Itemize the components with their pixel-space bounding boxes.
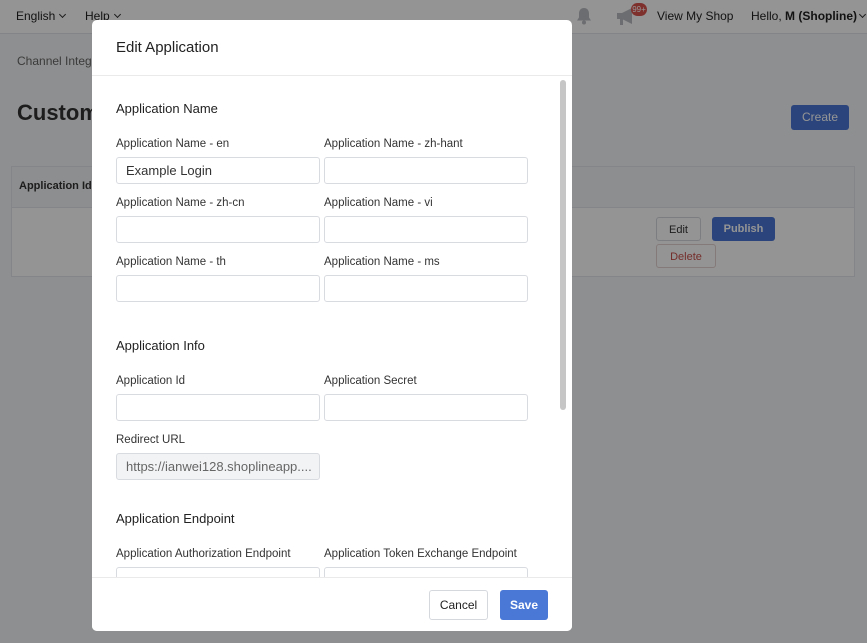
- label-redirect-url: Redirect URL: [116, 434, 186, 446]
- section-title-application-endpoint: Application Endpoint: [116, 511, 235, 526]
- input-application-id[interactable]: [116, 394, 320, 421]
- label-name-zh-hant: Application Name - zh-hant: [324, 138, 463, 150]
- label-name-vi: Application Name - vi: [324, 197, 433, 209]
- input-name-vi[interactable]: [324, 216, 528, 243]
- label-name-zh-cn: Application Name - zh-cn: [116, 197, 245, 209]
- label-application-id: Application Id: [116, 375, 186, 387]
- scrollbar-thumb[interactable]: [560, 80, 566, 410]
- cancel-button[interactable]: Cancel: [429, 590, 488, 620]
- edit-application-modal: Edit Application Application Name Applic…: [92, 20, 572, 631]
- input-name-ms[interactable]: [324, 275, 528, 302]
- input-name-th[interactable]: [116, 275, 320, 302]
- modal-body[interactable]: Application Name Application Name - en A…: [92, 76, 572, 577]
- input-application-secret[interactable]: [324, 394, 528, 421]
- modal-title: Edit Application: [116, 39, 219, 56]
- input-authorization-endpoint[interactable]: [116, 567, 320, 577]
- save-button[interactable]: Save: [500, 590, 548, 620]
- input-name-zh-hant[interactable]: [324, 157, 528, 184]
- modal-scrollbar[interactable]: [558, 78, 568, 575]
- modal-footer: Cancel Save: [92, 577, 572, 631]
- section-title-application-name: Application Name: [116, 101, 218, 116]
- label-name-en: Application Name - en: [116, 138, 230, 150]
- modal-header: Edit Application: [92, 20, 572, 76]
- label-token-exchange-endpoint: Application Token Exchange Endpoint: [324, 548, 517, 560]
- label-authorization-endpoint: Application Authorization Endpoint: [116, 548, 291, 560]
- input-name-zh-cn[interactable]: [116, 216, 320, 243]
- label-application-secret: Application Secret: [324, 375, 417, 387]
- section-title-application-info: Application Info: [116, 338, 205, 353]
- input-redirect-url: https://ianwei128.shoplineapp....: [116, 453, 320, 480]
- label-name-th: Application Name - th: [116, 256, 226, 268]
- label-name-ms: Application Name - ms: [324, 256, 440, 268]
- input-token-exchange-endpoint[interactable]: [324, 567, 528, 577]
- input-name-en[interactable]: Example Login: [116, 157, 320, 184]
